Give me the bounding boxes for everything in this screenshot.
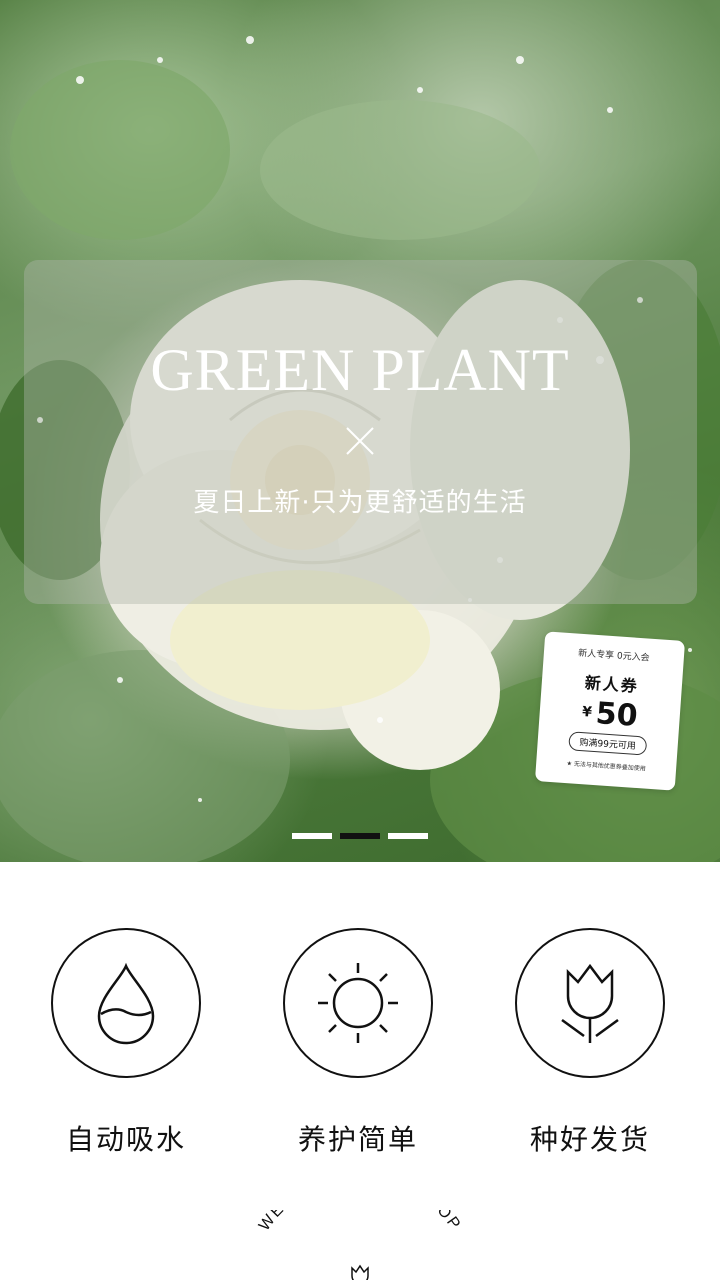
feature-easy-care[interactable]: 养护简单 (283, 928, 433, 1158)
carousel-dot[interactable] (292, 833, 332, 839)
carousel-indicators (292, 833, 428, 839)
feature-ship-grown[interactable]: 种好发货 (515, 928, 665, 1158)
cross-icon (346, 427, 374, 455)
coupon-value: 50 (594, 696, 639, 734)
hero-banner[interactable]: GREEN PLANT 夏日上新·只为更舒适的生活 新人专享 0元入会 新人券 … (0, 0, 720, 862)
feature-label: 自动吸水 (65, 1123, 186, 1156)
hero-subtitle: 夏日上新·只为更舒适的生活 (193, 488, 527, 518)
svg-text:WELCOME TO MY SHOP: WELCOME TO MY SHOP (256, 1210, 464, 1234)
hero-title: GREEN PLANT (150, 337, 570, 403)
carousel-dot-active[interactable] (340, 833, 380, 839)
currency-symbol: ¥ (581, 704, 593, 721)
feature-icon-circle (51, 928, 201, 1078)
sun-icon (318, 963, 398, 1043)
coupon-top-line: 新人专享 0元入会 (577, 648, 650, 664)
tulip-small-icon (351, 1264, 369, 1280)
feature-icon-circle (515, 928, 665, 1078)
feature-label: 养护简单 (297, 1123, 418, 1156)
welcome-text: WELCOME TO MY SHOP (256, 1210, 462, 1234)
coupon-note: ★ 无法与其他优惠券叠加使用 (566, 760, 646, 773)
feature-auto-water[interactable]: 自动吸水 (51, 928, 201, 1158)
feature-label: 种好发货 (529, 1123, 650, 1156)
feature-icon-circle (283, 928, 433, 1078)
tulip-icon (561, 963, 619, 1043)
coupon-amount: ¥50 (539, 692, 681, 737)
new-user-coupon[interactable]: 新人专享 0元入会 新人券 ¥50 购满99元可用 ★ 无法与其他优惠券叠加使用 (534, 631, 686, 791)
coupon-condition: 购满99元可用 (567, 731, 648, 756)
carousel-dot[interactable] (388, 833, 428, 839)
welcome-arc: WELCOME TO MY SHOP (256, 1210, 464, 1280)
water-drop-icon (97, 962, 155, 1045)
